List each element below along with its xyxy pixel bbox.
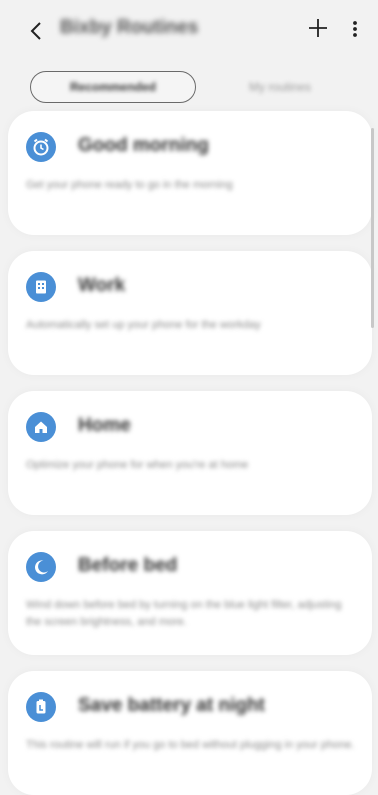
tab-my-routines[interactable]: My routines (214, 71, 346, 103)
more-vertical-icon[interactable] (348, 17, 362, 41)
tab-recommended[interactable]: Recommended (30, 71, 196, 103)
routine-description: This routine will run if you go to bed w… (26, 739, 355, 751)
building-icon (26, 272, 56, 302)
routine-card-before-bed[interactable]: Before bed Wind down before bed by turni… (8, 531, 372, 655)
routine-card-good-morning[interactable]: Good morning Get your phone ready to go … (8, 111, 372, 235)
routine-name: Save battery at night (78, 695, 265, 716)
routine-name: Home (78, 415, 131, 436)
app-header: Bixby Routines (0, 0, 378, 60)
routine-name: Work (78, 275, 126, 296)
routine-description: Wind down before bed by turning on the b… (26, 599, 342, 628)
back-arrow-icon[interactable] (26, 19, 48, 43)
page-title: Bixby Routines (60, 17, 199, 38)
plus-icon[interactable] (306, 16, 330, 40)
routine-description: Get your phone ready to go in the mornin… (26, 179, 233, 191)
tab-my-routines-label: My routines (248, 80, 312, 94)
alarm-clock-icon (26, 132, 56, 162)
tab-bar: Recommended My routines (30, 70, 354, 106)
routine-description: Optimize your phone for when you're at h… (26, 459, 249, 471)
routine-description: Automatically set up your phone for the … (26, 319, 261, 331)
tab-recommended-label: Recommended (69, 80, 157, 94)
house-icon (26, 412, 56, 442)
routine-card-save-battery[interactable]: Save battery at night This routine will … (8, 671, 372, 795)
battery-icon (26, 692, 56, 722)
moon-icon (26, 552, 56, 582)
routine-name: Good morning (78, 135, 209, 156)
routine-name: Before bed (78, 555, 178, 576)
routine-card-home[interactable]: Home Optimize your phone for when you're… (8, 391, 372, 515)
routine-card-work[interactable]: Work Automatically set up your phone for… (8, 251, 372, 375)
scrollbar[interactable] (371, 128, 374, 328)
